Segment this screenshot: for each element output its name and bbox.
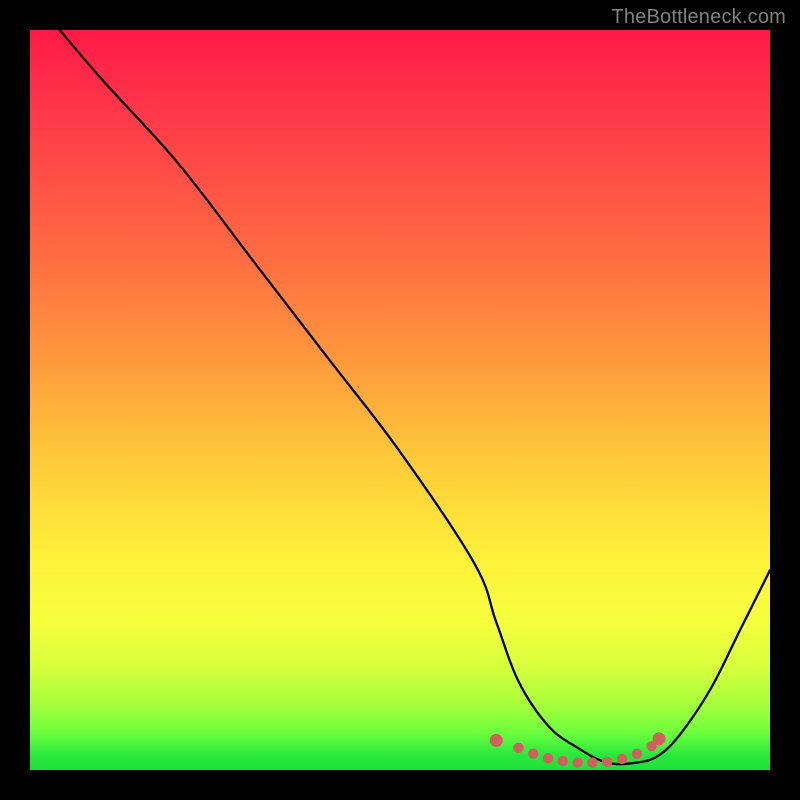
watermark-text: TheBottleneck.com (611, 6, 786, 29)
chart-svg (30, 30, 770, 770)
plot-area (30, 30, 770, 770)
optimal-dot (490, 734, 503, 747)
optimal-dot (558, 756, 568, 766)
optimal-dot (587, 757, 597, 767)
optimal-dot (528, 749, 538, 759)
optimal-dot (602, 757, 612, 767)
optimal-dot (653, 732, 666, 745)
optimal-dot (617, 754, 627, 764)
optimal-dot (572, 757, 582, 767)
optimal-dot (513, 743, 523, 753)
optimal-dot (632, 749, 642, 759)
optimal-dot (543, 753, 553, 763)
chart-frame: TheBottleneck.com (0, 0, 800, 800)
bottleneck-curve-line (60, 30, 770, 764)
